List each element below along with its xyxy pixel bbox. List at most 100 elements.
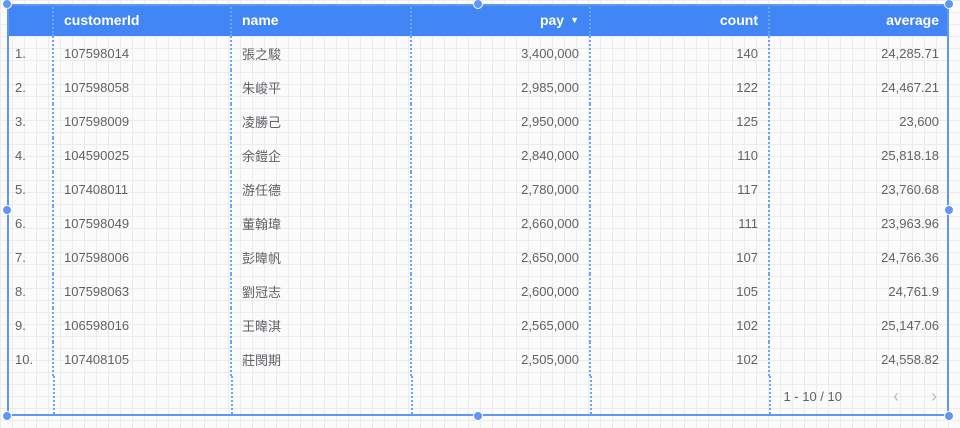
cell-customerid: 106598016 [52,308,231,342]
column-guide [231,376,233,414]
column-header-label: pay [539,12,565,28]
chevron-right-icon[interactable]: › [924,386,944,406]
resize-handle-bottom-right[interactable] [944,411,954,421]
cell-customerid: 107408011 [52,172,231,206]
table-row[interactable]: 9. 106598016 王暐淇 2,565,000 102 25,147.06 [7,308,949,342]
cell-rownum: 7. [15,249,26,265]
cell-rownum: 5. [15,181,26,197]
cell-name: 劉冠志 [230,274,411,308]
column-header-average[interactable]: average [768,4,949,36]
cell-customerid: 107598014 [52,36,231,70]
cell-rownum: 4. [15,147,26,163]
column-guide [53,376,55,414]
cell-average: 24,766.36 [768,240,949,274]
cell-count: 117 [589,172,769,206]
column-guide [590,376,592,414]
cell-rownum: 10. [15,351,34,367]
cell-customerid: 107598058 [52,70,231,104]
cell-name: 凌勝己 [230,104,411,138]
cell-count: 102 [589,308,769,342]
report-canvas: customerId name pay ▼ count average 1. 1075980… [0,0,960,428]
table-row[interactable]: 6. 107598049 董翰瑋 2,660,000 111 23,963.96 [7,206,949,240]
cell-average: 24,467.21 [768,70,949,104]
table-row[interactable]: 3. 107598009 凌勝己 2,950,000 125 23,600 [7,104,949,138]
column-header-count[interactable]: count [589,4,769,36]
cell-name: 朱峻平 [230,70,411,104]
cell-count: 102 [589,342,769,376]
cell-count: 107 [589,240,769,274]
column-guide [769,376,771,414]
cell-name: 張之駿 [230,36,411,70]
resize-handle-bottom-left[interactable] [2,411,12,421]
table-row[interactable]: 7. 107598006 彭暐帆 2,650,000 107 24,766.36 [7,240,949,274]
cell-pay: 2,565,000 [410,308,590,342]
column-header-name[interactable]: name [230,4,411,36]
data-table: customerId name pay ▼ count average 1. 1075980… [7,4,949,376]
cell-average: 23,963.96 [768,206,949,240]
table-row[interactable]: 8. 107598063 劉冠志 2,600,000 105 24,761.9 [7,274,949,308]
cell-rownum: 3. [15,113,26,129]
pagination: 1 - 10 / 10 ‹ › [783,386,944,406]
cell-average: 24,761.9 [768,274,949,308]
column-header-label: count [719,12,758,28]
column-header-customerid[interactable]: customerId [52,4,231,36]
table-row[interactable]: 1. 107598014 張之駿 3,400,000 140 24,285.71 [7,36,949,70]
cell-name: 董翰瑋 [230,206,411,240]
sort-desc-triangle-icon[interactable]: ▼ [570,15,579,25]
cell-rownum: 6. [15,215,26,231]
cell-pay: 2,600,000 [410,274,590,308]
cell-count: 122 [589,70,769,104]
cell-count: 111 [589,206,769,240]
cell-average: 24,285.71 [768,36,949,70]
cell-rownum: 9. [15,317,26,333]
cell-rownum: 2. [15,79,26,95]
table-row[interactable]: 4. 104590025 余鎧企 2,840,000 110 25,818.18 [7,138,949,172]
cell-pay: 2,950,000 [410,104,590,138]
cell-pay: 2,840,000 [410,138,590,172]
cell-customerid: 107598049 [52,206,231,240]
cell-average: 25,818.18 [768,138,949,172]
cell-name: 莊閔期 [230,342,411,376]
cell-rownum: 8. [15,283,26,299]
cell-count: 125 [589,104,769,138]
cell-name: 王暐淇 [230,308,411,342]
cell-name: 彭暐帆 [230,240,411,274]
cell-count: 105 [589,274,769,308]
cell-count: 110 [589,138,769,172]
cell-average: 23,760.68 [768,172,949,206]
column-header-rownum[interactable] [7,4,53,36]
column-header-label: average [886,12,939,28]
resize-handle-bottom[interactable] [473,411,483,421]
table-body: 1. 107598014 張之駿 3,400,000 140 24,285.71 2. 107… [7,36,949,376]
cell-customerid: 104590025 [52,138,231,172]
cell-pay: 3,400,000 [410,36,590,70]
chevron-left-icon[interactable]: ‹ [886,386,906,406]
table-row[interactable]: 2. 107598058 朱峻平 2,985,000 122 24,467.21 [7,70,949,104]
cell-count: 140 [589,36,769,70]
column-header-label: name [242,12,279,28]
cell-customerid: 107598063 [52,274,231,308]
resize-handle-left[interactable] [2,205,12,215]
column-header-pay[interactable]: pay ▼ [410,4,590,36]
cell-pay: 2,505,000 [410,342,590,376]
cell-name: 余鎧企 [230,138,411,172]
cell-customerid: 107598006 [52,240,231,274]
cell-customerid: 107598009 [52,104,231,138]
cell-name: 游任德 [230,172,411,206]
cell-pay: 2,660,000 [410,206,590,240]
cell-rownum: 1. [15,45,26,61]
table-row[interactable]: 10. 107408105 莊閔期 2,505,000 102 24,558.82 [7,342,949,376]
table-row[interactable]: 5. 107408011 游任德 2,780,000 117 23,760.68 [7,172,949,206]
cell-average: 23,600 [768,104,949,138]
column-header-label: customerId [64,12,140,28]
resize-handle-top-right[interactable] [944,0,954,9]
cell-customerid: 107408105 [52,342,231,376]
cell-average: 24,558.82 [768,342,949,376]
cell-pay: 2,780,000 [410,172,590,206]
pagination-range: 1 - 10 / 10 [783,388,842,404]
cell-pay: 2,650,000 [410,240,590,274]
cell-pay: 2,985,000 [410,70,590,104]
resize-handle-right[interactable] [944,205,954,215]
cell-average: 25,147.06 [768,308,949,342]
column-guide [411,376,413,414]
